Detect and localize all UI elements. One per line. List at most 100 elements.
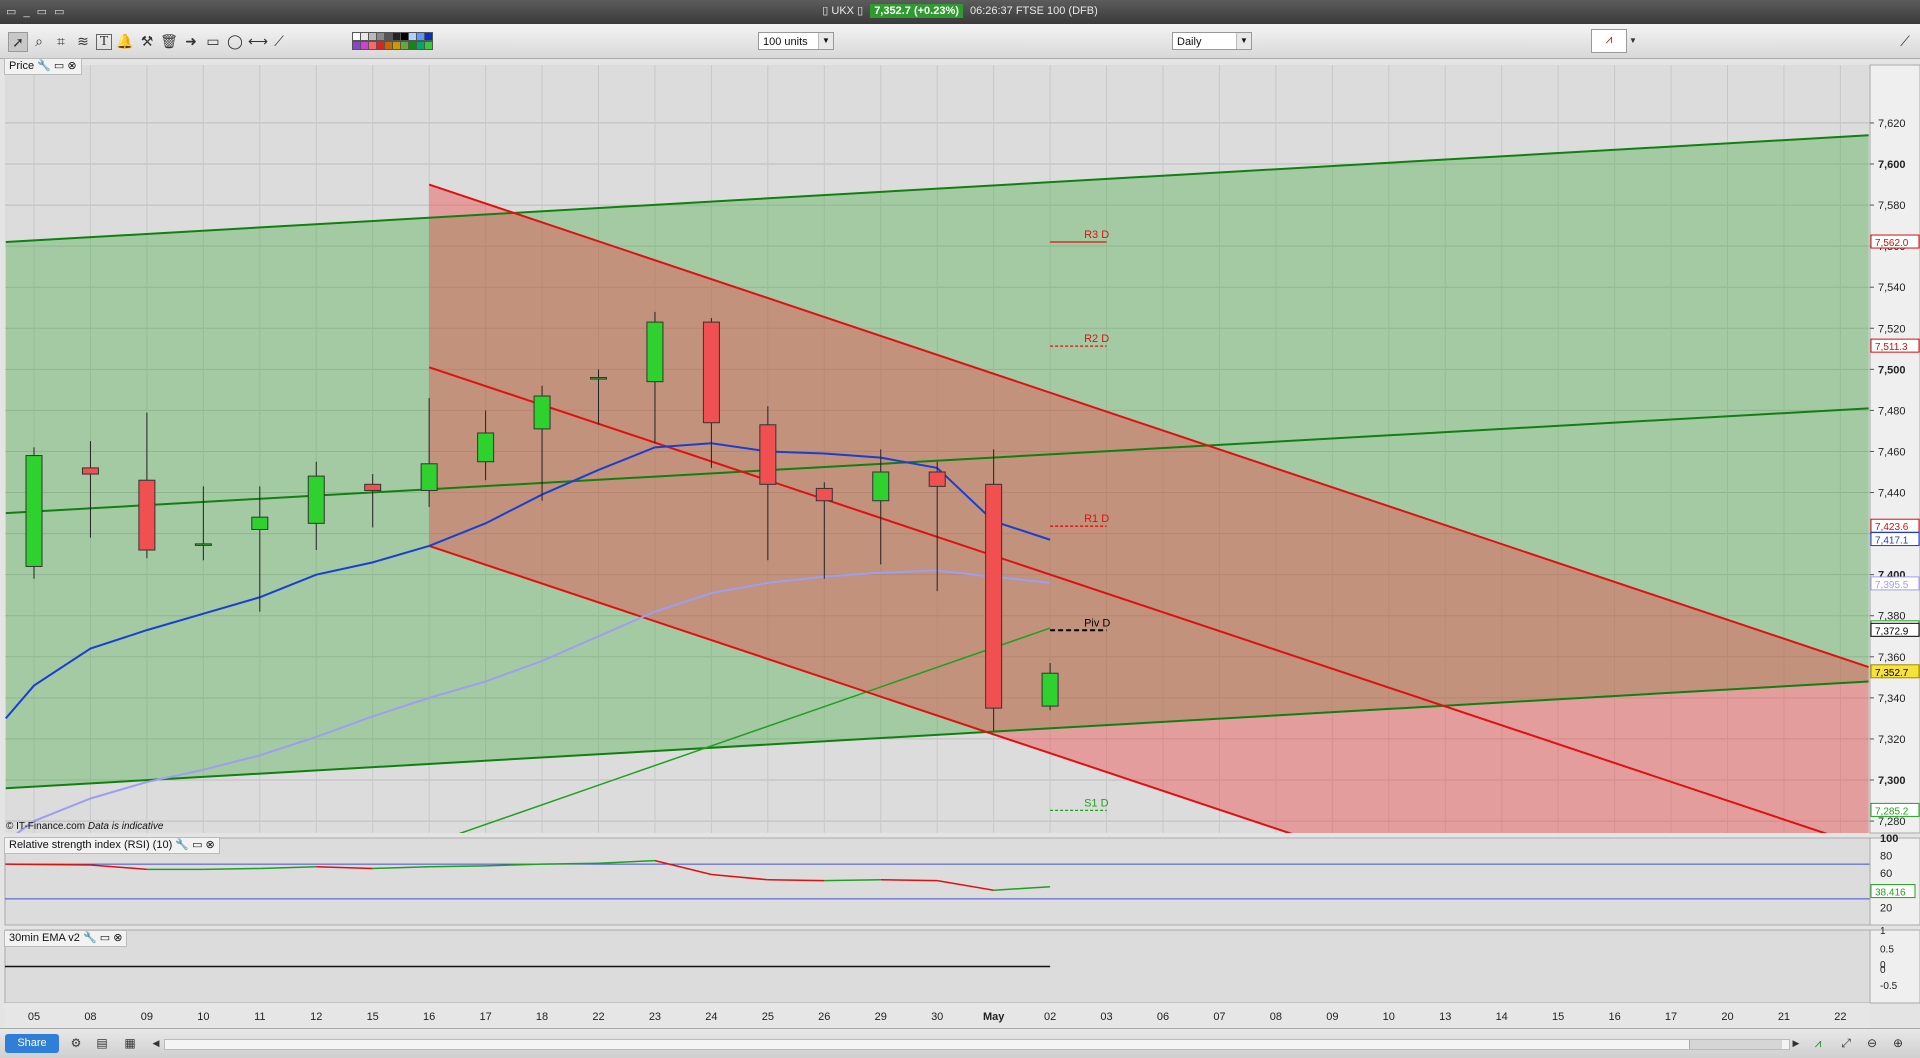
- x-axis-label: 16: [1608, 1011, 1620, 1023]
- candle-body[interactable]: [364, 483, 382, 491]
- candle-body[interactable]: [815, 487, 833, 502]
- candle-body[interactable]: [590, 377, 607, 380]
- window-title-bar: ▭ _ ▭ ▭ ▯ UKX ▯ 7,352.7 (+0.23%) 06:26:3…: [0, 0, 1920, 24]
- candle-body[interactable]: [872, 471, 890, 502]
- x-axis-label: 17: [479, 1011, 491, 1023]
- ellipse-tool-icon[interactable]: ◯: [226, 32, 244, 50]
- info-icon[interactable]: ▯: [857, 5, 863, 17]
- close-icon[interactable]: ⊗: [206, 839, 215, 851]
- x-axis-label: 23: [649, 1011, 661, 1023]
- chart-type-icon[interactable]: ⌗: [52, 32, 70, 50]
- units-select[interactable]: 100 units ▼: [758, 32, 834, 50]
- zoom-out-icon[interactable]: ⊖: [1864, 1035, 1880, 1051]
- ema-axis-label: 0: [1880, 965, 1886, 976]
- x-axis-label: 05: [28, 1011, 40, 1023]
- x-axis-label: 25: [762, 1011, 774, 1023]
- candle-body[interactable]: [420, 463, 438, 491]
- x-axis-label: 07: [1213, 1011, 1225, 1023]
- chevron-down-icon[interactable]: ▼: [1628, 32, 1638, 50]
- rsi-line-segment: [824, 879, 881, 882]
- status-bar: Share ⚙ ▤ ▦ ◀ ▶ ⩘ ⤢ ⊖ ⊕: [0, 1028, 1920, 1058]
- rsi-panel-title: Relative strength index (RSI) (10): [9, 839, 173, 851]
- candle-body[interactable]: [477, 432, 495, 463]
- instrument-symbol[interactable]: UKX: [831, 5, 854, 17]
- chart-settings-icon[interactable]: ⩘: [1810, 1035, 1826, 1051]
- rsi-line-segment: [767, 879, 825, 882]
- fit-zoom-icon[interactable]: ⤢: [1838, 1035, 1854, 1051]
- maximize-icon[interactable]: ▭: [192, 839, 202, 851]
- candle-body[interactable]: [985, 483, 1003, 709]
- rsi-axis-label: 20: [1880, 903, 1892, 915]
- candle-body[interactable]: [533, 395, 551, 430]
- x-axis-label: 08: [1270, 1011, 1282, 1023]
- x-axis-label: 15: [367, 1011, 379, 1023]
- candle-body[interactable]: [251, 516, 269, 530]
- x-axis-label: 22: [1834, 1011, 1846, 1023]
- candle-body[interactable]: [928, 471, 946, 487]
- horizontal-line-icon[interactable]: ⟷: [248, 32, 268, 50]
- candle-body[interactable]: [307, 475, 325, 524]
- scroll-right-icon[interactable]: ▶: [1788, 1035, 1804, 1051]
- x-axis-label: 09: [1326, 1011, 1338, 1023]
- rsi-line-segment: [429, 865, 486, 868]
- candle-body[interactable]: [759, 424, 777, 485]
- wrench-icon[interactable]: 🔧: [175, 839, 189, 851]
- color-swatch[interactable]: [424, 41, 433, 50]
- price-axis-label: 7,580: [1878, 200, 1906, 212]
- settings-icon[interactable]: ⚙: [68, 1035, 84, 1051]
- price-axis-label: 7,460: [1878, 446, 1906, 458]
- price-marker-label: 7,423.6: [1875, 522, 1909, 533]
- price-axis-label: 7,500: [1878, 364, 1906, 376]
- scroll-left-icon[interactable]: ◀: [148, 1035, 164, 1051]
- wrench-icon[interactable]: 🔧: [37, 60, 51, 72]
- rsi-axis-label: 60: [1880, 868, 1892, 880]
- wrench-icon[interactable]: 🔧: [83, 932, 97, 944]
- scrollbar-thumb[interactable]: [1689, 1040, 1782, 1049]
- rsi-pane[interactable]: 1008060402038.416: [4, 833, 1920, 926]
- candle-body[interactable]: [646, 321, 664, 383]
- price-marker-label: 7,562.0: [1875, 238, 1909, 249]
- pivot-label: R1 D: [1084, 513, 1109, 525]
- chevron-down-icon: ▼: [818, 33, 833, 49]
- zoom-icon[interactable]: ⌕: [30, 32, 48, 50]
- pivot-label: R2 D: [1084, 333, 1109, 345]
- ema-panel-title: 30min EMA v2: [9, 932, 80, 944]
- text-tool-icon[interactable]: T: [96, 34, 112, 50]
- cursor-icon[interactable]: ➚: [8, 32, 28, 52]
- x-axis-label: 30: [931, 1011, 943, 1023]
- arrow-icon[interactable]: ➜: [182, 32, 200, 50]
- x-axis-label: 06: [1157, 1011, 1169, 1023]
- hammer-icon[interactable]: ⚒: [138, 32, 156, 50]
- interval-select[interactable]: Daily ▼: [1172, 32, 1252, 50]
- share-button[interactable]: Share: [5, 1034, 59, 1053]
- fibonacci-icon[interactable]: ≋: [74, 32, 92, 50]
- trend-line-icon[interactable]: ⟋: [270, 32, 288, 50]
- zoom-in-icon[interactable]: ⊕: [1890, 1035, 1906, 1051]
- x-axis: 05 08 09 10 11 12 15 16 17 18 22 23 24 25 26 29 30 May 02 0…: [5, 1003, 1870, 1028]
- layout-icon[interactable]: ▤: [94, 1035, 110, 1051]
- trash-icon[interactable]: 🗑: [160, 32, 178, 50]
- price-marker-label: 7,352.7: [1875, 668, 1909, 679]
- maximize-icon[interactable]: ▭: [54, 60, 64, 72]
- maximize-icon[interactable]: ▭: [100, 932, 110, 944]
- rectangle-tool-icon[interactable]: ▭: [204, 32, 222, 50]
- candle-body[interactable]: [138, 479, 156, 551]
- ema-pane[interactable]: 10.500-0.5: [4, 926, 1920, 1004]
- close-icon[interactable]: ⊗: [113, 932, 122, 944]
- candle-body[interactable]: [25, 455, 43, 567]
- candle-body[interactable]: [702, 321, 720, 424]
- price-axis-label: 7,440: [1878, 488, 1906, 500]
- chart-area[interactable]: R3 D R2 D R1 D Piv D S1 D 7,620 7,600 7,580 7,56…: [0, 58, 1920, 1028]
- data-table-icon[interactable]: ▦: [122, 1035, 138, 1051]
- color-swatch[interactable]: [424, 32, 433, 41]
- horizontal-scrollbar[interactable]: [164, 1039, 1790, 1050]
- indicators-icon[interactable]: ⩘: [1591, 29, 1627, 53]
- candle-body[interactable]: [81, 467, 99, 475]
- drawing-mode-icon[interactable]: ⟋: [1896, 32, 1914, 50]
- candle-body[interactable]: [1041, 672, 1059, 707]
- alert-bell-icon[interactable]: 🔔: [116, 32, 134, 50]
- close-icon[interactable]: ⊗: [67, 60, 76, 72]
- x-axis-label: 11: [254, 1011, 265, 1023]
- price-axis-label: 7,520: [1878, 323, 1906, 335]
- candle-body[interactable]: [194, 543, 212, 546]
